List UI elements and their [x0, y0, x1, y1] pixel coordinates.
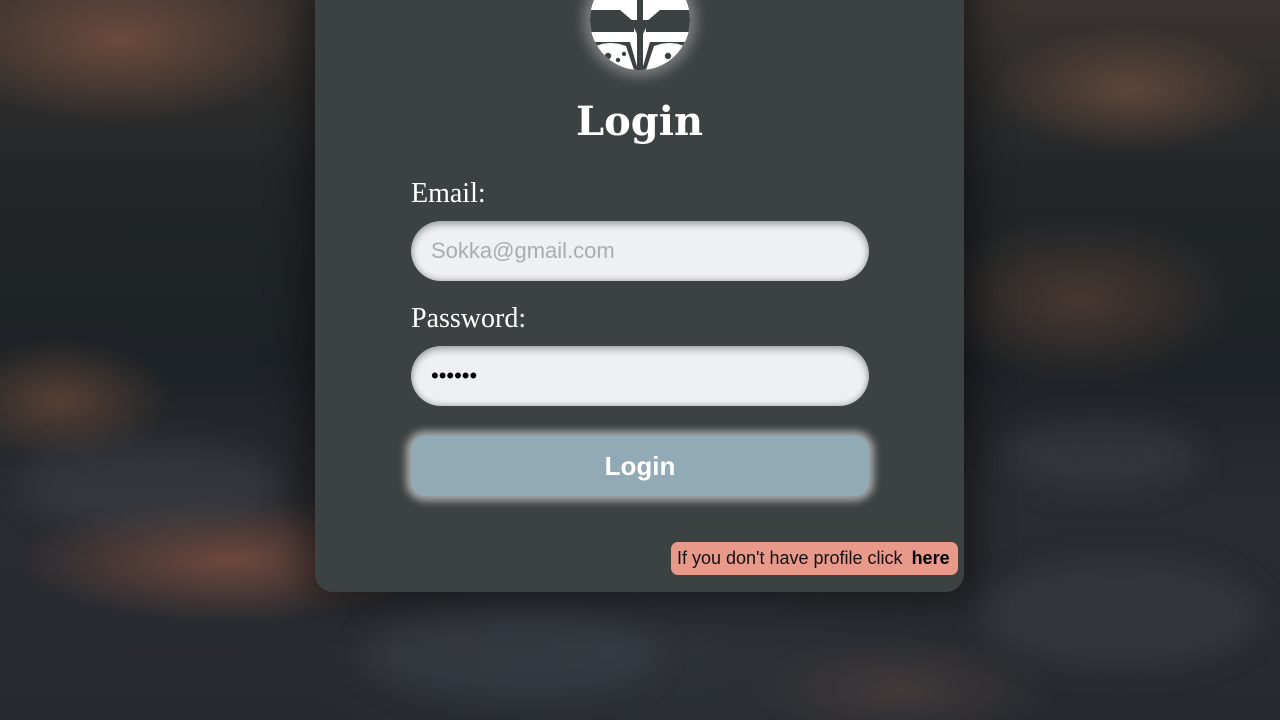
email-label: Email: — [411, 178, 486, 209]
background-cloud — [20, 440, 280, 530]
signup-prompt: If you don't have profile click here — [671, 542, 958, 575]
page-title: Login — [575, 98, 704, 145]
password-label: Password: — [411, 303, 527, 334]
signup-prompt-text: If you don't have profile click — [677, 548, 903, 568]
signup-link[interactable]: here — [912, 548, 950, 569]
email-input[interactable] — [411, 221, 869, 281]
password-input[interactable] — [411, 346, 869, 406]
background-cloud — [360, 610, 660, 700]
login-button[interactable]: Login — [411, 436, 869, 496]
background-cloud — [980, 560, 1260, 670]
background-cloud — [1000, 420, 1200, 490]
login-card — [315, 0, 964, 592]
